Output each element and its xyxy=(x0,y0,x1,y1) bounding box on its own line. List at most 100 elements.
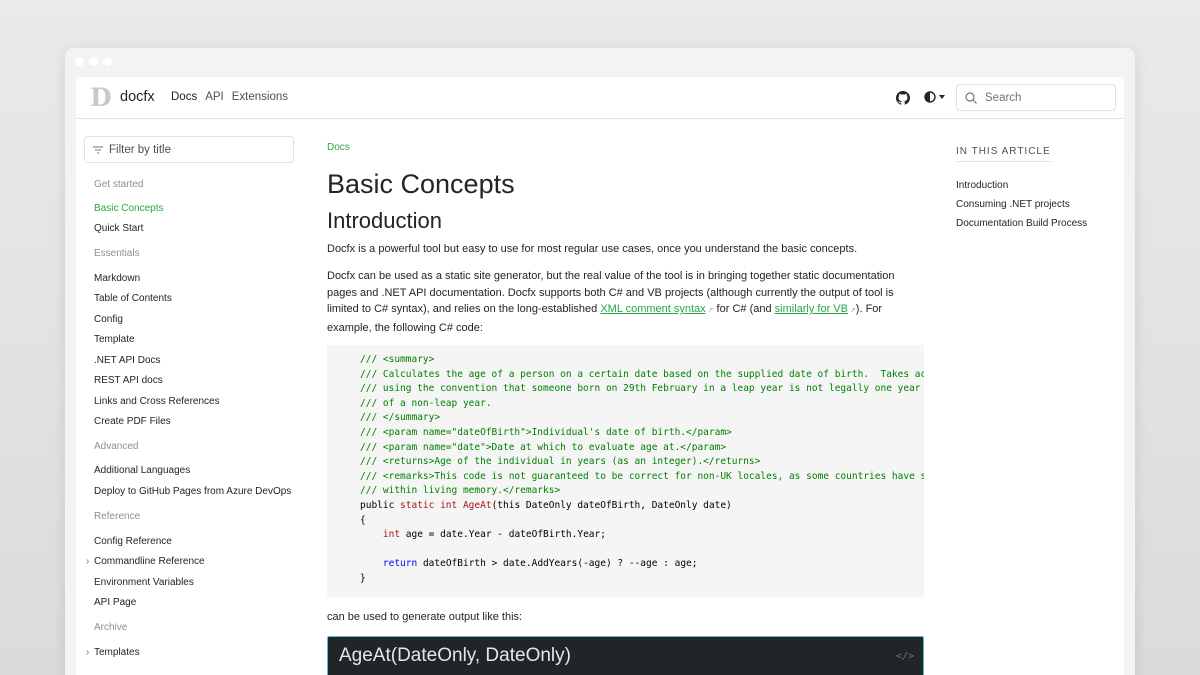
sidebar-section-header: Archive xyxy=(94,622,128,633)
search-box[interactable]: Search xyxy=(956,84,1116,111)
sidebar-section-header: Essentials xyxy=(94,248,140,259)
github-icon[interactable] xyxy=(896,91,911,105)
sidebar-item[interactable]: Quick Start xyxy=(94,223,143,234)
code-line: int age = date.Year - dateOfBirth.Year; xyxy=(360,528,924,543)
code-line: { xyxy=(360,514,924,529)
code-line: /// using the convention that someone bo… xyxy=(360,382,924,397)
sidebar-item[interactable]: Config xyxy=(94,314,123,325)
theme-toggle[interactable] xyxy=(924,91,945,103)
top-navbar: D docfx Docs API Extensions Search xyxy=(76,77,1124,119)
code-line: public static int AgeAt(this DateOnly da… xyxy=(360,499,924,514)
code-line: /// </summary> xyxy=(360,411,924,426)
window-dot-minimize[interactable] xyxy=(89,57,98,66)
sidebar-item[interactable]: Links and Cross References xyxy=(94,396,220,407)
sidebar-item[interactable]: Config Reference xyxy=(94,536,172,547)
breadcrumb[interactable]: Docs xyxy=(327,142,350,153)
sidebar-item[interactable]: Markdown xyxy=(94,273,140,284)
code-token: /// of a non-leap year. xyxy=(360,397,492,409)
code-line: } xyxy=(360,572,924,587)
sidebar-item[interactable]: Environment Variables xyxy=(94,577,194,588)
brand-name[interactable]: docfx xyxy=(120,89,155,105)
code-token: return xyxy=(382,558,418,570)
code-token: dateOfBirth > date.AddYears(-age) ? --ag… xyxy=(417,558,698,570)
chevron-right-icon[interactable]: › xyxy=(86,647,89,658)
sidebar-item[interactable]: API Page xyxy=(94,597,136,608)
sidebar-item[interactable]: .NET API Docs xyxy=(94,355,161,366)
filter-placeholder: Filter by title xyxy=(109,143,171,156)
sidebar-item[interactable]: REST API docs xyxy=(94,375,163,386)
filter-input[interactable]: Filter by title xyxy=(84,136,294,163)
window-dot-maximize[interactable] xyxy=(103,57,112,66)
affix-link[interactable]: Introduction xyxy=(956,180,1008,191)
code-token: /// <remarks>This code is not guaranteed… xyxy=(360,470,924,482)
sidebar-section-header: Reference xyxy=(94,511,141,522)
code-line: /// of a non-leap year. xyxy=(360,397,924,412)
sidebar-item[interactable]: Create PDF Files xyxy=(94,416,171,427)
nav-link-docs[interactable]: Docs xyxy=(171,91,197,103)
affix-link[interactable]: Consuming .NET projects xyxy=(956,199,1070,210)
intro-paragraph: Docfx is a powerful tool but easy to use… xyxy=(327,243,858,255)
external-link-icon: ↗ xyxy=(705,307,714,314)
xml-comment-syntax-link[interactable]: XML comment syntax xyxy=(600,303,705,315)
external-link-icon: ↗ xyxy=(847,307,856,314)
code-token: /// <param name="date">Date at which to … xyxy=(360,441,727,453)
window-dot-close[interactable] xyxy=(75,57,84,66)
search-icon xyxy=(965,91,977,104)
code-line: /// <param name="date">Date at which to … xyxy=(360,441,924,456)
similarly-for-vb-link[interactable]: similarly for VB xyxy=(775,303,848,315)
in-this-article-title: IN THIS ARTICLE xyxy=(956,146,1051,162)
code-token: /// <returns>Age of the individual in ye… xyxy=(360,456,761,468)
nav-links: Docs API Extensions xyxy=(171,91,288,103)
logo-mark: D xyxy=(90,83,112,112)
sidebar-item[interactable]: Template xyxy=(94,334,135,345)
page-title: Basic Concepts xyxy=(327,169,515,199)
filter-icon xyxy=(93,146,103,153)
code-token: public xyxy=(360,499,401,511)
chevron-right-icon[interactable]: › xyxy=(86,556,89,567)
code-line: /// <summary> xyxy=(360,353,924,368)
sidebar-item[interactable]: Templates › xyxy=(86,647,140,658)
code-token: /// <summary> xyxy=(360,354,435,365)
code-line: /// within living memory.</remarks> xyxy=(360,484,924,499)
docfx-page: D docfx Docs API Extensions Search Filte… xyxy=(76,77,1124,675)
code-line: return dateOfBirth > date.AddYears(-age)… xyxy=(360,557,924,572)
code-line: /// <param name="dateOfBirth">Individual… xyxy=(360,426,924,441)
sidebar-section-header: Get started xyxy=(94,179,144,190)
sidebar-item[interactable]: Deploy to GitHub Pages from Azure DevOps xyxy=(94,486,291,497)
code-line: /// <returns>Age of the individual in ye… xyxy=(360,455,924,470)
code-token: (this DateOnly dateOfBirth, DateOnly dat… xyxy=(491,499,732,511)
code-token: /// using the convention that someone bo… xyxy=(360,383,921,395)
affix-link[interactable]: Documentation Build Process xyxy=(956,218,1087,229)
sidebar: Filter by title Get started Basic Concept… xyxy=(76,120,306,675)
sidebar-section-header: Advanced xyxy=(94,441,139,452)
sidebar-item[interactable]: Commandline Reference › xyxy=(86,556,205,567)
nav-link-extensions[interactable]: Extensions xyxy=(232,91,288,103)
half-circle-icon xyxy=(924,91,936,103)
code-line: /// <remarks>This code is not guaranteed… xyxy=(360,470,924,485)
code-block: /// <summary> /// Calculates the age of a… xyxy=(327,345,924,597)
view-source-icon[interactable]: </> xyxy=(896,651,914,662)
description-paragraph: Docfx can be used as a static site gener… xyxy=(327,268,924,336)
code-token: /// <param name="dateOfBirth">Individual… xyxy=(360,426,732,438)
code-token: age = date.Year - dateOfBirth.Year; xyxy=(400,529,606,541)
sidebar-item[interactable]: Table of Contents xyxy=(94,293,172,304)
browser-window: D docfx Docs API Extensions Search Filte… xyxy=(65,48,1135,675)
code-token: /// Calculates the age of a person on a … xyxy=(360,368,924,380)
api-preview-panel: AgeAt(DateOnly, DateOnly) </> xyxy=(327,636,924,675)
code-token: { xyxy=(360,514,366,526)
sidebar-item[interactable]: Basic Concepts xyxy=(94,203,163,214)
nav-link-api[interactable]: API xyxy=(205,91,224,103)
search-placeholder: Search xyxy=(985,91,1022,104)
docfx-logo[interactable]: D xyxy=(90,83,112,112)
code-token: static int AgeAt xyxy=(400,499,492,511)
code-token: int xyxy=(382,529,401,541)
code-token: /// within living memory.</remarks> xyxy=(360,485,561,497)
code-token: } xyxy=(360,572,366,584)
output-paragraph: can be used to generate output like this… xyxy=(327,611,523,623)
code-line: /// Calculates the age of a person on a … xyxy=(360,368,924,383)
sidebar-item[interactable]: Additional Languages xyxy=(94,465,190,476)
section-heading: Introduction xyxy=(327,208,442,233)
